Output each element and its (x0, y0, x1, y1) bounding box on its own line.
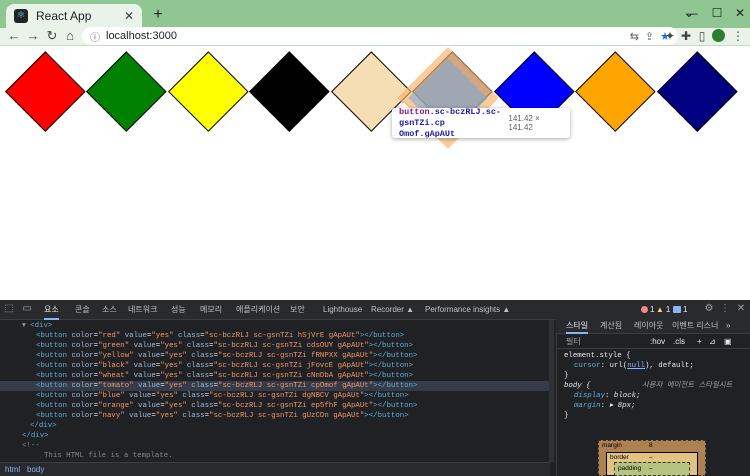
diamond-button-navy[interactable] (656, 50, 738, 132)
devtools-tab-9[interactable]: Recorder ▲ (371, 300, 414, 320)
tooltip-dimensions: 141.42 × 141.42 (508, 114, 540, 132)
rule-display-declaration: display: block; (574, 392, 641, 400)
diamond-button-red[interactable] (4, 50, 86, 132)
menu-kebab-icon[interactable]: ⋮ (730, 28, 746, 44)
new-tab-button[interactable]: + (149, 6, 167, 24)
sidepanel-icon[interactable]: ▯ (694, 28, 710, 44)
new-rule-icon[interactable]: + (697, 334, 702, 349)
devtools-tab-6[interactable]: 애플리케이션 (236, 300, 280, 320)
settings-gear-icon[interactable]: ⚙ (702, 302, 716, 316)
close-devtools-icon[interactable]: ✕ (734, 302, 748, 316)
devtools-tab-8[interactable]: Lighthouse (323, 300, 362, 320)
sidebar-toggle-icon[interactable]: ▣ (724, 334, 732, 349)
tree-line-div-close-outer[interactable]: </div> (0, 431, 550, 441)
close-window-button[interactable]: ✕ (728, 4, 750, 22)
devtools-tab-5[interactable]: 메모리 (200, 300, 222, 320)
extension-icon[interactable]: ✦ (662, 28, 678, 44)
styles-filter-input[interactable]: 필터 (566, 334, 581, 349)
styles-tab-4[interactable]: » (726, 317, 730, 334)
diamond-button-orange[interactable] (575, 50, 656, 132)
devtools-tab-2[interactable]: 소스 (102, 300, 117, 320)
tree-line-div-open[interactable]: ▾ <div> (0, 321, 550, 331)
info-icon[interactable]: ⓘ (90, 29, 100, 44)
devtools-tab-4[interactable]: 성능 (171, 300, 186, 320)
styles-tab-1[interactable]: 계산됨 (600, 317, 622, 334)
rule-margin-declaration: margin: ▸ 8px; (574, 402, 636, 410)
inspect-tooltip: button.sc-bczRLJ.sc-gsnTZi.cp Omof.gApAU… (392, 106, 570, 139)
address-bar[interactable]: ⓘ localhost:3000 ⇆ ⇪ ★ (82, 27, 678, 45)
tree-line-comment-open[interactable]: <!-- (0, 441, 550, 451)
warning-badge[interactable]: ▲ 1 (656, 304, 670, 315)
diamond-button-black[interactable] (249, 50, 330, 132)
react-favicon-icon: ⚛ (14, 9, 28, 23)
dom-breadcrumb: html body (0, 462, 550, 476)
box-model-padding: padding – (614, 462, 690, 476)
rule-close-1: } (564, 372, 569, 380)
breadcrumb-html[interactable]: html (5, 463, 20, 476)
profile-avatar[interactable] (712, 29, 725, 42)
share-icon[interactable]: ⇪ (645, 30, 654, 43)
warning-icon: ▲ (656, 305, 664, 314)
diamond-button-yellow[interactable] (167, 50, 249, 132)
maximize-button[interactable]: ☐ (705, 4, 729, 22)
user-agent-origin: 사용자 에이전트 스타일시트 (642, 382, 733, 390)
elements-tree[interactable]: ▾ <div> <button color="red" value="yes" … (0, 320, 550, 462)
tree-line-button-orange[interactable]: <button color="orange" value="yes" class… (0, 401, 550, 411)
translate-icon[interactable]: ⇆ (630, 30, 639, 43)
forward-icon[interactable]: → (25, 28, 41, 44)
tree-line-div-close-inner[interactable]: </div> (0, 421, 550, 431)
info-icon (673, 306, 681, 313)
back-icon[interactable]: ← (6, 28, 22, 44)
tree-line-button-navy[interactable]: <button color="navy" value="yes" class="… (0, 411, 550, 421)
info-badge[interactable]: 1 (673, 304, 687, 315)
elements-scrollbar[interactable] (549, 320, 554, 462)
browser-tab[interactable]: ⚛ React App ✕ (6, 4, 142, 28)
device-toolbar-icon[interactable]: ▭ (20, 302, 34, 316)
home-icon[interactable]: ⌂ (62, 28, 78, 44)
tree-line-comment-text[interactable]: This HTML file is a template. (0, 451, 550, 461)
rule-element-style: element.style { (564, 352, 631, 360)
error-icon (641, 306, 648, 313)
devtools-tab-7[interactable]: 보안 (290, 300, 305, 320)
styles-tab-3[interactable]: 이벤트 리스너 (672, 317, 718, 334)
breadcrumb-body[interactable]: body (27, 463, 44, 476)
error-badge[interactable]: 1 (641, 304, 654, 315)
web-page (0, 46, 750, 300)
styles-tab-2[interactable]: 레이아웃 (634, 317, 663, 334)
devtools-tab-10[interactable]: Performance insights ▲ (425, 300, 510, 320)
rule-body: body { 사용자 에이전트 스타일시트 (564, 382, 733, 390)
devtools-menu-icon[interactable]: ⋮ (718, 302, 732, 316)
devtools-tab-3[interactable]: 네트워크 (128, 300, 157, 320)
reload-icon[interactable]: ↻ (44, 28, 60, 44)
tooltip-selector: button.sc-bczRLJ.sc-gsnTZi.cp Omof.gApAU… (399, 106, 502, 139)
tree-line-button-black[interactable]: <button color="black" value="yes" class=… (0, 361, 550, 371)
url-text[interactable]: localhost:3000 (106, 30, 624, 42)
class-toggle[interactable]: .cls (673, 334, 685, 349)
rule-cursor-declaration[interactable]: cursor: url(null), default; (574, 361, 694, 371)
hover-state-toggle[interactable]: :hov (650, 334, 665, 349)
devtools-tab-0[interactable]: 요소 (44, 300, 59, 320)
close-tab-icon[interactable]: ✕ (124, 9, 134, 23)
styles-tab-0[interactable]: 스타일 (566, 317, 589, 334)
tree-line-button-yellow[interactable]: <button color="yellow" value="yes" class… (0, 351, 550, 361)
element-state-icon[interactable]: ⊿ (709, 334, 716, 349)
tree-line-button-blue[interactable]: <button color="blue" value="yes" class="… (0, 391, 550, 401)
puzzle-icon[interactable]: ✚ (678, 28, 694, 44)
expand-arrow-icon[interactable]: ▾ (0, 322, 26, 330)
inspect-element-icon[interactable]: ⬚ (2, 302, 16, 316)
rule-close-2: } (564, 412, 569, 420)
minimize-button[interactable]: — (680, 4, 704, 22)
diamond-button-green[interactable] (86, 50, 167, 132)
devtools-tab-1[interactable]: 콘솔 (75, 300, 90, 320)
tree-line-button-red[interactable]: <button color="red" value="yes" class="s… (0, 331, 550, 341)
tree-line-button-green[interactable]: <button color="green" value="yes" class=… (0, 341, 550, 351)
tree-line-button-wheat[interactable]: <button color="wheat" value="yes" class=… (0, 371, 550, 381)
styles-filter-bar: 필터 :hov .cls + ⊿ ▣ (556, 334, 750, 349)
tab-title: React App (36, 9, 92, 23)
tree-line-button-tomato[interactable]: <button color="tomato" value="yes" class… (0, 381, 550, 391)
